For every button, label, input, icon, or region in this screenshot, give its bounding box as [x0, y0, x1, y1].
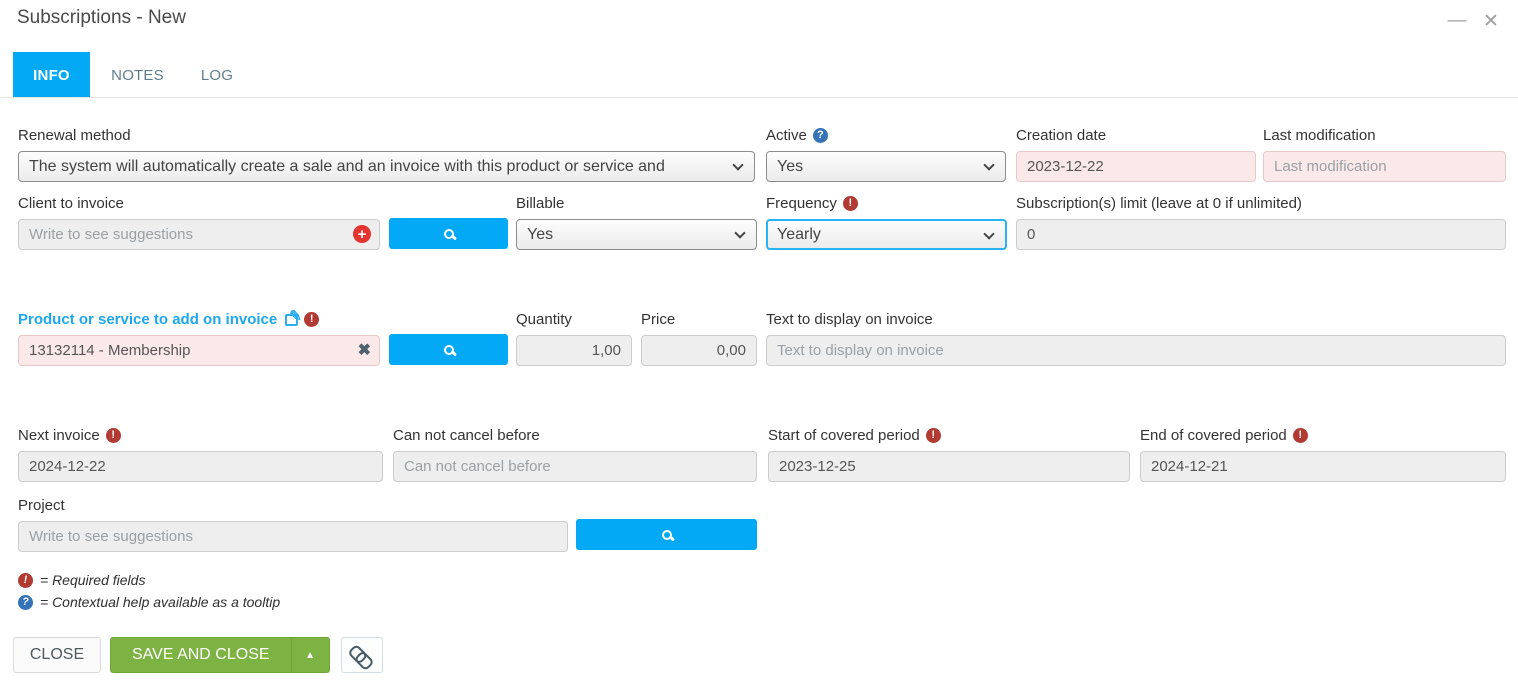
- search-icon: [662, 530, 672, 540]
- invoice-text-label: Text to display on invoice: [766, 311, 933, 328]
- next-invoice-label: Next invoice: [18, 427, 100, 444]
- legend-help-text: = Contextual help available as a tooltip: [40, 594, 280, 610]
- copy-link-button[interactable]: [341, 637, 383, 673]
- price-label: Price: [641, 311, 675, 328]
- next-invoice-input[interactable]: [18, 451, 383, 482]
- save-and-close-label: SAVE AND CLOSE: [111, 638, 291, 672]
- search-icon: [444, 345, 454, 355]
- caret-up-icon: ▲: [305, 650, 315, 661]
- required-icon: !: [106, 428, 121, 443]
- chevron-down-icon: [983, 228, 994, 239]
- subscriptions-limit-label: Subscription(s) limit (leave at 0 if unl…: [1016, 195, 1302, 212]
- quantity-input[interactable]: [516, 335, 632, 366]
- renewal-method-label: Renewal method: [18, 127, 131, 144]
- page-title: Subscriptions - New: [17, 7, 186, 29]
- frequency-label: Frequency: [766, 195, 837, 212]
- renewal-method-value: The system will automatically create a s…: [29, 158, 665, 176]
- search-icon: [444, 229, 454, 239]
- cannot-cancel-input[interactable]: [393, 451, 757, 482]
- billable-label: Billable: [516, 195, 564, 212]
- tab-notes[interactable]: NOTES: [105, 52, 170, 98]
- price-input[interactable]: [641, 335, 757, 366]
- covered-start-label: Start of covered period: [768, 427, 920, 444]
- add-client-icon[interactable]: +: [353, 225, 371, 243]
- legend-required-text: = Required fields: [40, 572, 145, 588]
- covered-start-input[interactable]: [768, 451, 1130, 482]
- client-search-button[interactable]: [389, 218, 508, 249]
- billable-select[interactable]: Yes: [516, 219, 757, 250]
- chevron-down-icon: [732, 159, 743, 170]
- quantity-label: Quantity: [516, 311, 572, 328]
- required-icon: !: [843, 196, 858, 211]
- invoice-text-input[interactable]: [766, 335, 1506, 366]
- required-icon: !: [1293, 428, 1308, 443]
- last-modification-label: Last modification: [1263, 127, 1376, 144]
- required-icon: !: [926, 428, 941, 443]
- help-icon: ?: [18, 595, 33, 610]
- client-to-invoice-label: Client to invoice: [18, 195, 124, 212]
- renewal-method-select[interactable]: The system will automatically create a s…: [18, 151, 755, 182]
- covered-end-label: End of covered period: [1140, 427, 1287, 444]
- product-input[interactable]: [18, 335, 380, 366]
- creation-date-label: Creation date: [1016, 127, 1106, 144]
- product-search-button[interactable]: [389, 334, 508, 365]
- active-label: Active: [766, 127, 807, 144]
- save-options-caret[interactable]: ▲: [291, 638, 329, 672]
- legend-help: ? = Contextual help available as a toolt…: [18, 594, 280, 610]
- close-button[interactable]: CLOSE: [13, 637, 101, 673]
- help-icon[interactable]: ?: [813, 128, 828, 143]
- clear-icon[interactable]: ✖: [358, 342, 371, 359]
- frequency-value: Yearly: [777, 226, 821, 244]
- minimize-icon[interactable]: —: [1444, 8, 1470, 34]
- project-label: Project: [18, 497, 65, 514]
- legend-required: ! = Required fields: [18, 572, 145, 588]
- creation-date-input[interactable]: [1016, 151, 1256, 182]
- last-modification-input[interactable]: [1263, 151, 1506, 182]
- product-label: Product or service to add on invoice: [18, 311, 277, 328]
- project-search-button[interactable]: [576, 519, 757, 550]
- required-icon: !: [304, 312, 319, 327]
- link-icon: [345, 638, 379, 672]
- active-select[interactable]: Yes: [766, 151, 1006, 182]
- billable-value: Yes: [527, 226, 553, 244]
- required-icon: !: [18, 573, 33, 588]
- edit-icon[interactable]: [285, 314, 298, 326]
- active-value: Yes: [777, 158, 803, 176]
- save-and-close-button[interactable]: SAVE AND CLOSE ▲: [110, 637, 330, 673]
- chevron-down-icon: [983, 159, 994, 170]
- project-input[interactable]: [18, 521, 568, 552]
- frequency-select[interactable]: Yearly: [766, 219, 1007, 250]
- client-to-invoice-input[interactable]: [18, 219, 380, 250]
- covered-end-input[interactable]: [1140, 451, 1506, 482]
- chevron-down-icon: [734, 227, 745, 238]
- tab-info[interactable]: INFO: [13, 52, 90, 98]
- cannot-cancel-label: Can not cancel before: [393, 427, 540, 444]
- tab-log[interactable]: LOG: [192, 52, 242, 98]
- tabs-divider: [0, 97, 1518, 98]
- subscriptions-limit-input[interactable]: [1016, 219, 1506, 250]
- close-icon[interactable]: ✕: [1478, 8, 1504, 34]
